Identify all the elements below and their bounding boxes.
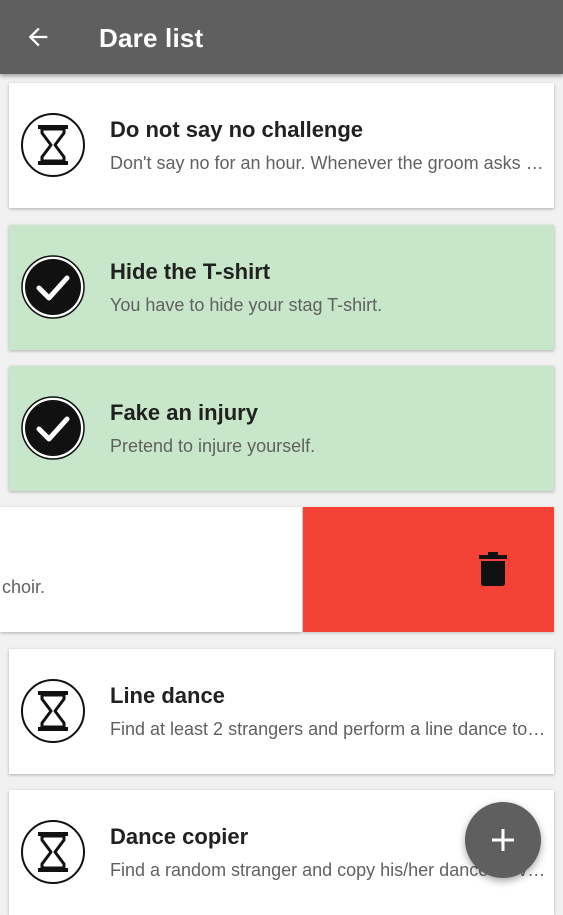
dare-card[interactable]: Do not say no challenge Don't say no for… — [9, 83, 554, 208]
dare-description: Pretend to injure yourself. — [110, 436, 316, 456]
back-button[interactable] — [22, 21, 54, 53]
hourglass-icon — [21, 820, 85, 884]
hourglass-icon — [21, 113, 85, 177]
dare-title: Do not say no challenge — [110, 117, 364, 142]
dare-card[interactable]: Line dance Find at least 2 strangers and… — [9, 649, 554, 774]
arrow-left-icon — [28, 27, 48, 47]
dare-title: Hide the T-shirt — [110, 259, 271, 284]
delete-background[interactable] — [303, 507, 554, 632]
dare-description: Find at least 2 strangers and perform a … — [110, 719, 546, 739]
check-circle-icon — [21, 255, 85, 319]
dare-description: choir. — [2, 577, 46, 597]
hourglass-icon — [21, 679, 85, 743]
trash-icon[interactable] — [479, 552, 507, 586]
page-title: Dare list — [99, 23, 204, 53]
dare-card[interactable]: Fake an injury Pretend to injure yoursel… — [9, 366, 554, 491]
dare-description: Don't say no for an hour. Whenever the g… — [110, 153, 546, 173]
dare-title: Dance copier — [110, 824, 249, 849]
dare-title: Fake an injury — [110, 400, 258, 425]
dare-title: Line dance — [110, 683, 225, 708]
check-circle-icon — [21, 396, 85, 460]
add-dare-button[interactable] — [465, 802, 541, 878]
app-bar: Dare list — [0, 0, 563, 74]
plus-icon — [492, 829, 514, 851]
dare-card-swiped[interactable]: choir. — [0, 507, 302, 632]
dare-description: You have to hide your stag T-shirt. — [110, 295, 383, 315]
swiped-dare-row[interactable]: choir. — [0, 507, 563, 632]
dare-card[interactable]: Hide the T-shirt You have to hide your s… — [9, 225, 554, 350]
